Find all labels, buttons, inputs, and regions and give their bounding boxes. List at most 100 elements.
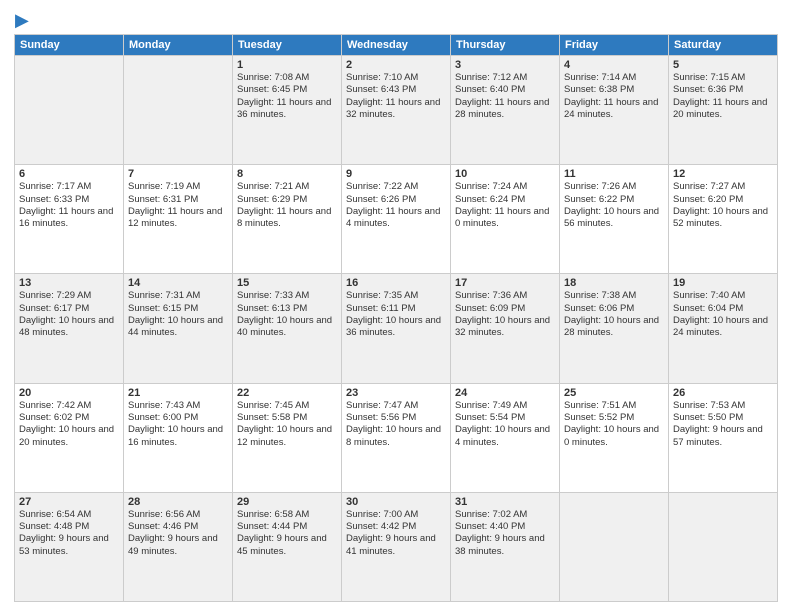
calendar-cell <box>560 492 669 601</box>
day-info: Sunset: 6:22 PM <box>564 194 664 206</box>
calendar-week-row: 13Sunrise: 7:29 AMSunset: 6:17 PMDayligh… <box>15 274 778 383</box>
day-info: Sunset: 4:44 PM <box>237 521 337 533</box>
calendar-cell <box>669 492 778 601</box>
day-info: Daylight: 11 hours and 4 minutes. <box>346 206 446 231</box>
day-info: Sunrise: 7:00 AM <box>346 509 446 521</box>
day-number: 24 <box>455 387 555 399</box>
day-number: 25 <box>564 387 664 399</box>
day-info: Sunset: 6:04 PM <box>673 303 773 315</box>
calendar-cell: 27Sunrise: 6:54 AMSunset: 4:48 PMDayligh… <box>15 492 124 601</box>
day-info: Daylight: 10 hours and 16 minutes. <box>128 424 228 449</box>
page-header: ▶ <box>14 10 778 28</box>
calendar-cell <box>15 56 124 165</box>
day-info: Sunrise: 7:42 AM <box>19 400 119 412</box>
calendar-week-row: 20Sunrise: 7:42 AMSunset: 6:02 PMDayligh… <box>15 383 778 492</box>
day-number: 14 <box>128 277 228 289</box>
day-info: Sunset: 6:11 PM <box>346 303 446 315</box>
calendar-header-row: SundayMondayTuesdayWednesdayThursdayFrid… <box>15 35 778 56</box>
calendar-day-header: Sunday <box>15 35 124 56</box>
calendar-cell: 8Sunrise: 7:21 AMSunset: 6:29 PMDaylight… <box>233 165 342 274</box>
calendar-day-header: Tuesday <box>233 35 342 56</box>
day-info: Sunset: 6:06 PM <box>564 303 664 315</box>
day-info: Sunset: 6:24 PM <box>455 194 555 206</box>
day-info: Sunset: 5:50 PM <box>673 412 773 424</box>
day-info: Daylight: 11 hours and 20 minutes. <box>673 97 773 122</box>
day-number: 12 <box>673 168 773 180</box>
calendar-cell <box>124 56 233 165</box>
day-number: 30 <box>346 496 446 508</box>
day-number: 20 <box>19 387 119 399</box>
calendar-cell: 2Sunrise: 7:10 AMSunset: 6:43 PMDaylight… <box>342 56 451 165</box>
day-info: Sunset: 6:02 PM <box>19 412 119 424</box>
day-info: Sunrise: 7:43 AM <box>128 400 228 412</box>
day-number: 27 <box>19 496 119 508</box>
calendar-cell: 5Sunrise: 7:15 AMSunset: 6:36 PMDaylight… <box>669 56 778 165</box>
day-number: 13 <box>19 277 119 289</box>
day-info: Sunset: 6:00 PM <box>128 412 228 424</box>
day-info: Sunset: 4:46 PM <box>128 521 228 533</box>
day-info: Sunset: 6:33 PM <box>19 194 119 206</box>
calendar-cell: 3Sunrise: 7:12 AMSunset: 6:40 PMDaylight… <box>451 56 560 165</box>
day-info: Sunrise: 7:12 AM <box>455 72 555 84</box>
day-info: Sunrise: 7:14 AM <box>564 72 664 84</box>
calendar-cell: 18Sunrise: 7:38 AMSunset: 6:06 PMDayligh… <box>560 274 669 383</box>
calendar-cell: 19Sunrise: 7:40 AMSunset: 6:04 PMDayligh… <box>669 274 778 383</box>
calendar-cell: 28Sunrise: 6:56 AMSunset: 4:46 PMDayligh… <box>124 492 233 601</box>
day-info: Daylight: 9 hours and 41 minutes. <box>346 533 446 558</box>
day-info: Sunrise: 7:15 AM <box>673 72 773 84</box>
day-number: 11 <box>564 168 664 180</box>
calendar-cell: 25Sunrise: 7:51 AMSunset: 5:52 PMDayligh… <box>560 383 669 492</box>
day-info: Sunset: 6:45 PM <box>237 84 337 96</box>
day-number: 9 <box>346 168 446 180</box>
day-number: 19 <box>673 277 773 289</box>
calendar-day-header: Thursday <box>451 35 560 56</box>
day-info: Sunset: 6:17 PM <box>19 303 119 315</box>
day-info: Daylight: 10 hours and 12 minutes. <box>237 424 337 449</box>
calendar-cell: 6Sunrise: 7:17 AMSunset: 6:33 PMDaylight… <box>15 165 124 274</box>
day-info: Sunrise: 6:56 AM <box>128 509 228 521</box>
day-info: Daylight: 11 hours and 36 minutes. <box>237 97 337 122</box>
day-info: Daylight: 9 hours and 57 minutes. <box>673 424 773 449</box>
day-info: Daylight: 11 hours and 24 minutes. <box>564 97 664 122</box>
day-info: Sunset: 6:43 PM <box>346 84 446 96</box>
day-info: Sunset: 5:56 PM <box>346 412 446 424</box>
day-number: 22 <box>237 387 337 399</box>
calendar-cell: 10Sunrise: 7:24 AMSunset: 6:24 PMDayligh… <box>451 165 560 274</box>
day-info: Sunrise: 7:33 AM <box>237 290 337 302</box>
day-number: 5 <box>673 59 773 71</box>
day-info: Daylight: 10 hours and 44 minutes. <box>128 315 228 340</box>
day-info: Sunset: 6:31 PM <box>128 194 228 206</box>
calendar-week-row: 27Sunrise: 6:54 AMSunset: 4:48 PMDayligh… <box>15 492 778 601</box>
calendar-day-header: Saturday <box>669 35 778 56</box>
day-info: Sunset: 5:54 PM <box>455 412 555 424</box>
day-info: Sunrise: 7:38 AM <box>564 290 664 302</box>
day-number: 26 <box>673 387 773 399</box>
day-info: Sunset: 6:38 PM <box>564 84 664 96</box>
day-info: Daylight: 10 hours and 20 minutes. <box>19 424 119 449</box>
day-info: Daylight: 10 hours and 0 minutes. <box>564 424 664 449</box>
day-info: Daylight: 11 hours and 12 minutes. <box>128 206 228 231</box>
day-info: Sunset: 6:09 PM <box>455 303 555 315</box>
day-info: Daylight: 10 hours and 48 minutes. <box>19 315 119 340</box>
day-number: 4 <box>564 59 664 71</box>
day-info: Sunset: 4:40 PM <box>455 521 555 533</box>
day-info: Sunrise: 7:51 AM <box>564 400 664 412</box>
day-info: Daylight: 10 hours and 8 minutes. <box>346 424 446 449</box>
day-info: Sunrise: 7:49 AM <box>455 400 555 412</box>
day-info: Sunrise: 7:31 AM <box>128 290 228 302</box>
calendar-cell: 14Sunrise: 7:31 AMSunset: 6:15 PMDayligh… <box>124 274 233 383</box>
calendar-day-header: Friday <box>560 35 669 56</box>
day-info: Sunset: 4:42 PM <box>346 521 446 533</box>
day-info: Daylight: 10 hours and 40 minutes. <box>237 315 337 340</box>
day-info: Sunset: 5:58 PM <box>237 412 337 424</box>
day-info: Sunrise: 7:45 AM <box>237 400 337 412</box>
calendar-cell: 17Sunrise: 7:36 AMSunset: 6:09 PMDayligh… <box>451 274 560 383</box>
day-number: 3 <box>455 59 555 71</box>
day-info: Daylight: 10 hours and 56 minutes. <box>564 206 664 231</box>
calendar-table: SundayMondayTuesdayWednesdayThursdayFrid… <box>14 34 778 602</box>
day-number: 6 <box>19 168 119 180</box>
day-info: Sunset: 6:20 PM <box>673 194 773 206</box>
day-info: Daylight: 10 hours and 32 minutes. <box>455 315 555 340</box>
day-info: Sunset: 6:36 PM <box>673 84 773 96</box>
calendar-cell: 7Sunrise: 7:19 AMSunset: 6:31 PMDaylight… <box>124 165 233 274</box>
